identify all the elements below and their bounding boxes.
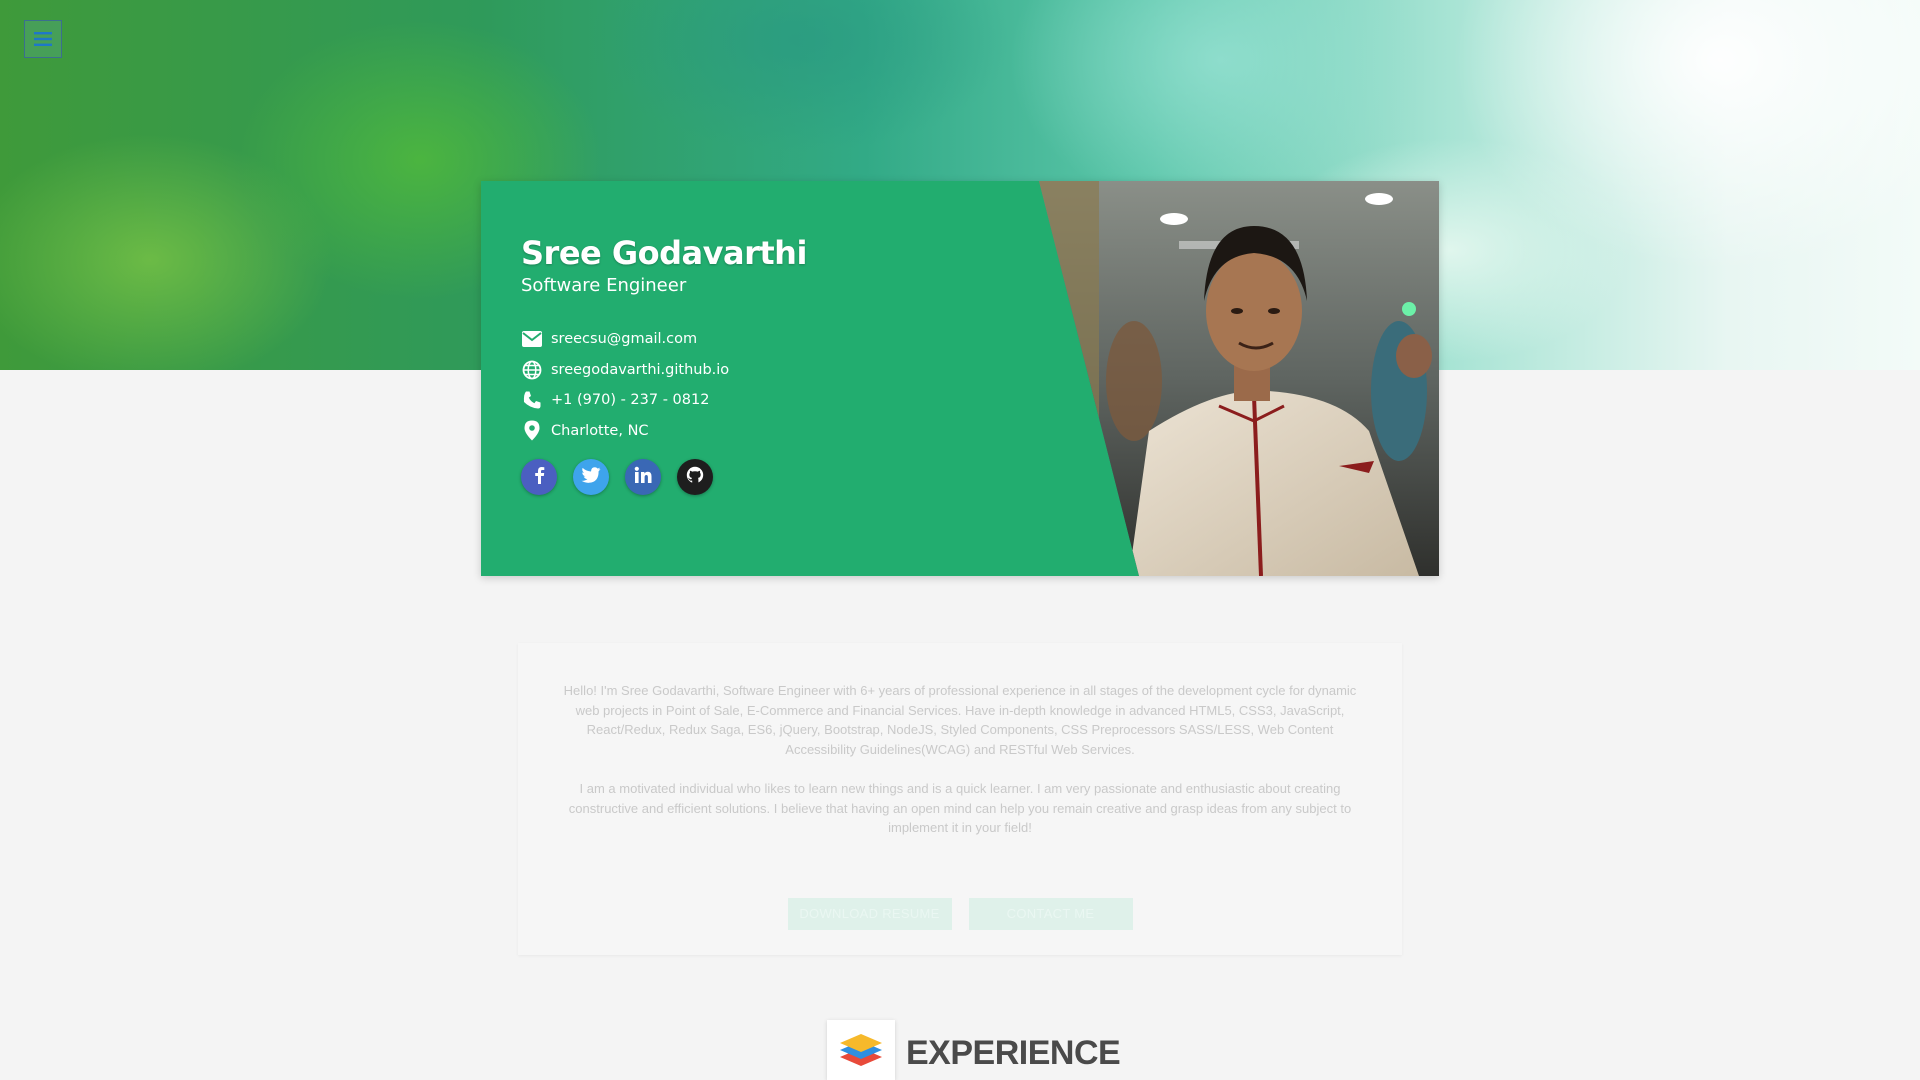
menu-button[interactable] <box>24 20 62 58</box>
facebook-button[interactable] <box>521 459 557 495</box>
profile-photo <box>1039 181 1439 576</box>
layers-icon <box>840 1034 882 1066</box>
about-paragraph-1: Hello! I'm Sree Godavarthi, Software Eng… <box>563 683 1357 757</box>
hamburger-icon <box>34 32 52 46</box>
facebook-icon <box>532 466 546 489</box>
profile-title: Software Engineer <box>521 275 687 296</box>
linkedin-icon <box>634 466 652 489</box>
profile-name: Sree Godavarthi <box>521 234 807 272</box>
contact-location: Charlotte, NC <box>521 416 729 447</box>
contact-me-button[interactable]: CONTACT ME <box>968 898 1133 930</box>
contact-list: sreecsu@gmail.com sreegodavarthi.github.… <box>521 324 729 446</box>
contact-phone-text: +1 (970) - 237 - 0812 <box>551 392 710 409</box>
contact-email[interactable]: sreecsu@gmail.com <box>521 324 729 355</box>
globe-icon <box>521 359 543 381</box>
phone-icon <box>521 389 543 411</box>
github-icon <box>685 465 705 490</box>
contact-phone[interactable]: +1 (970) - 237 - 0812 <box>521 385 729 416</box>
about-actions: DOWNLOAD RESUME CONTACT ME <box>518 898 1402 930</box>
linkedin-button[interactable] <box>625 459 661 495</box>
github-button[interactable] <box>677 459 713 495</box>
twitter-button[interactable] <box>573 459 609 495</box>
about-section: Hello! I'm Sree Godavarthi, Software Eng… <box>518 643 1402 955</box>
contact-website-text: sreegodavarthi.github.io <box>551 361 730 378</box>
contact-location-text: Charlotte, NC <box>551 422 649 439</box>
social-links <box>521 459 713 495</box>
experience-icon-box <box>827 1020 895 1080</box>
experience-heading: EXPERIENCE <box>906 1034 1121 1072</box>
location-icon <box>521 420 543 442</box>
profile-card: Sree Godavarthi Software Engineer sreecs… <box>481 181 1439 576</box>
download-resume-button[interactable]: DOWNLOAD RESUME <box>787 898 952 930</box>
about-paragraph-2: I am a motivated individual who likes to… <box>568 781 1352 835</box>
contact-email-text: sreecsu@gmail.com <box>551 331 698 348</box>
twitter-icon <box>581 466 601 488</box>
contact-website[interactable]: sreegodavarthi.github.io <box>521 355 729 386</box>
email-icon <box>521 328 543 350</box>
